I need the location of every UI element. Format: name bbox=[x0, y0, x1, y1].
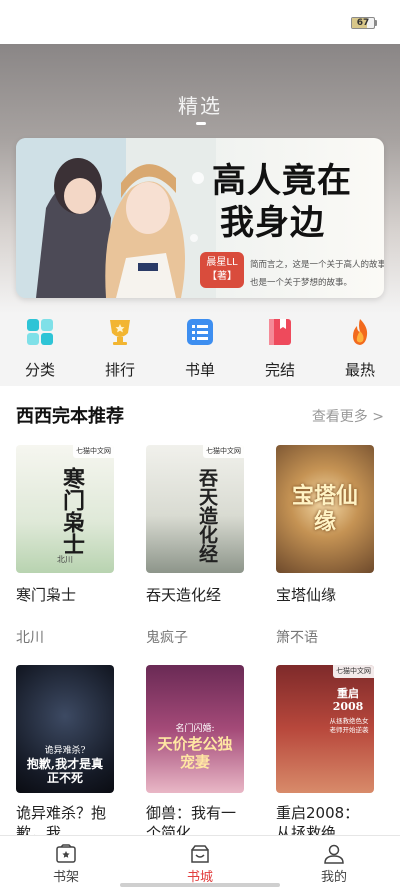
publisher-badge: 七猫中文网 bbox=[333, 665, 374, 678]
banner-author-badge: 晨星LL 【著】 bbox=[200, 252, 244, 288]
battery-icon: 67 bbox=[351, 17, 375, 29]
category-label: 排行 bbox=[104, 361, 135, 379]
banner-headline-line1: 高人竟在 bbox=[212, 161, 352, 201]
book-title: 寒门枭士 bbox=[16, 586, 77, 604]
tab-label: 我的 bbox=[320, 870, 347, 885]
trophy-icon bbox=[110, 320, 130, 345]
hero-title: 精选 bbox=[178, 94, 222, 118]
cover-subtitle: 诡异难杀? bbox=[44, 746, 86, 756]
category-label: 完结 bbox=[264, 361, 295, 379]
cover-title: 重启2008 bbox=[332, 687, 364, 713]
banner-headline-line2: 我身边 bbox=[220, 203, 325, 243]
book-card[interactable]: 七猫中文网 重启2008 从拯救绝色女老师开始逆袭 重启2008：从拯救绝… bbox=[276, 665, 374, 843]
recommend-section: 西西完本推荐 查看更多 > 七猫中文网 寒门枭士 北川 寒门枭士 北川 七猫中文… bbox=[0, 386, 400, 889]
category-row: 分类 排行 书单 完结 最热 bbox=[0, 314, 400, 382]
publisher-badge: 七猫中文网 bbox=[203, 445, 244, 458]
cover-title: 天价老公独宠妻 bbox=[157, 735, 233, 771]
cover-author: 北川 bbox=[57, 555, 73, 564]
category-ranking[interactable]: 排行 bbox=[90, 317, 150, 380]
book-card[interactable]: 七猫中文网 吞天造化经 吞天造化经 鬼疯子 bbox=[146, 445, 244, 647]
view-more-link[interactable]: 查看更多 > bbox=[312, 406, 384, 426]
category-booklist[interactable]: 书单 bbox=[170, 317, 230, 380]
book-card[interactable]: 诡异难杀? 抱歉,我才是真正不死 诡异难杀？抱歉，我… bbox=[16, 665, 114, 843]
banner-headline: 高人竟在 我身边 bbox=[212, 160, 377, 244]
tab-bookstore[interactable]: 书城 bbox=[170, 844, 230, 885]
cover-title: 抱歉,我才是真正不死 bbox=[26, 757, 104, 785]
battery-tip bbox=[375, 20, 377, 26]
profile-icon bbox=[324, 844, 344, 864]
banner-author-suffix: 【著】 bbox=[207, 271, 237, 282]
book-title: 吞天造化经 bbox=[146, 586, 222, 604]
category-label: 最热 bbox=[344, 361, 375, 379]
tab-label: 书架 bbox=[52, 870, 79, 885]
book-author: 箫不语 bbox=[276, 630, 318, 646]
banner-illustration bbox=[16, 138, 216, 298]
category-completed[interactable]: 完结 bbox=[250, 317, 310, 380]
banner-description-line1: 简而言之，这是一个关于高人的故事。 bbox=[250, 260, 384, 270]
book-cover: 宝塔仙缘 bbox=[276, 445, 374, 573]
book-card[interactable]: 名门闪婚: 天价老公独宠妻 御兽：我有一个简化… bbox=[146, 665, 244, 843]
home-indicator[interactable] bbox=[120, 883, 280, 887]
cover-subtitle: 从拯救绝色女老师开始逆袭 bbox=[329, 717, 369, 734]
cover-title: 寒门枭士 bbox=[59, 467, 85, 555]
tab-bookshelf[interactable]: 书架 bbox=[36, 844, 96, 885]
banner-author-name: 晨星LL bbox=[206, 257, 238, 268]
status-bar: 67 bbox=[0, 0, 400, 44]
store-icon bbox=[191, 845, 209, 863]
book-cover: 名门闪婚: 天价老公独宠妻 bbox=[146, 665, 244, 793]
book-cover: 七猫中文网 吞天造化经 bbox=[146, 445, 244, 573]
banner-description-line2: 也是一个关于梦想的故事。 bbox=[250, 278, 353, 288]
cover-subtitle: 名门闪婚: bbox=[175, 724, 215, 734]
book-cover: 七猫中文网 寒门枭士 北川 bbox=[16, 445, 114, 573]
book-card[interactable]: 七猫中文网 寒门枭士 北川 寒门枭士 北川 bbox=[16, 445, 114, 647]
book-author: 北川 bbox=[16, 630, 44, 646]
bottom-tab-bar: 书架 书城 我的 bbox=[0, 835, 400, 889]
section-title: 西西完本推荐 bbox=[16, 406, 124, 427]
grid-icon bbox=[27, 319, 53, 345]
publisher-badge: 七猫中文网 bbox=[73, 445, 114, 458]
category-label: 书单 bbox=[184, 361, 215, 379]
category-hottest[interactable]: 最热 bbox=[330, 317, 390, 380]
category-classify[interactable]: 分类 bbox=[10, 317, 70, 380]
featured-banner[interactable]: 高人竟在 我身边 晨星LL 【著】 简而言之，这是一个关于高人的故事。 也是一个… bbox=[16, 138, 384, 298]
list-icon bbox=[187, 319, 213, 345]
book-title: 宝塔仙缘 bbox=[276, 586, 337, 604]
flame-icon bbox=[353, 319, 368, 345]
bookshelf-icon bbox=[56, 844, 76, 863]
book-cover: 诡异难杀? 抱歉,我才是真正不死 bbox=[16, 665, 114, 793]
bookmark-icon bbox=[269, 319, 291, 345]
cover-title: 吞天造化经 bbox=[196, 467, 218, 563]
battery-percentage: 67 bbox=[356, 18, 370, 28]
category-label: 分类 bbox=[24, 361, 55, 379]
tab-profile[interactable]: 我的 bbox=[304, 844, 364, 885]
book-cover: 七猫中文网 重启2008 从拯救绝色女老师开始逆袭 bbox=[276, 665, 374, 793]
book-author: 鬼疯子 bbox=[146, 630, 188, 646]
book-card[interactable]: 宝塔仙缘 宝塔仙缘 箫不语 bbox=[276, 445, 374, 647]
cover-title: 宝塔仙缘 bbox=[291, 483, 358, 535]
hero-tab-indicator bbox=[196, 122, 206, 125]
